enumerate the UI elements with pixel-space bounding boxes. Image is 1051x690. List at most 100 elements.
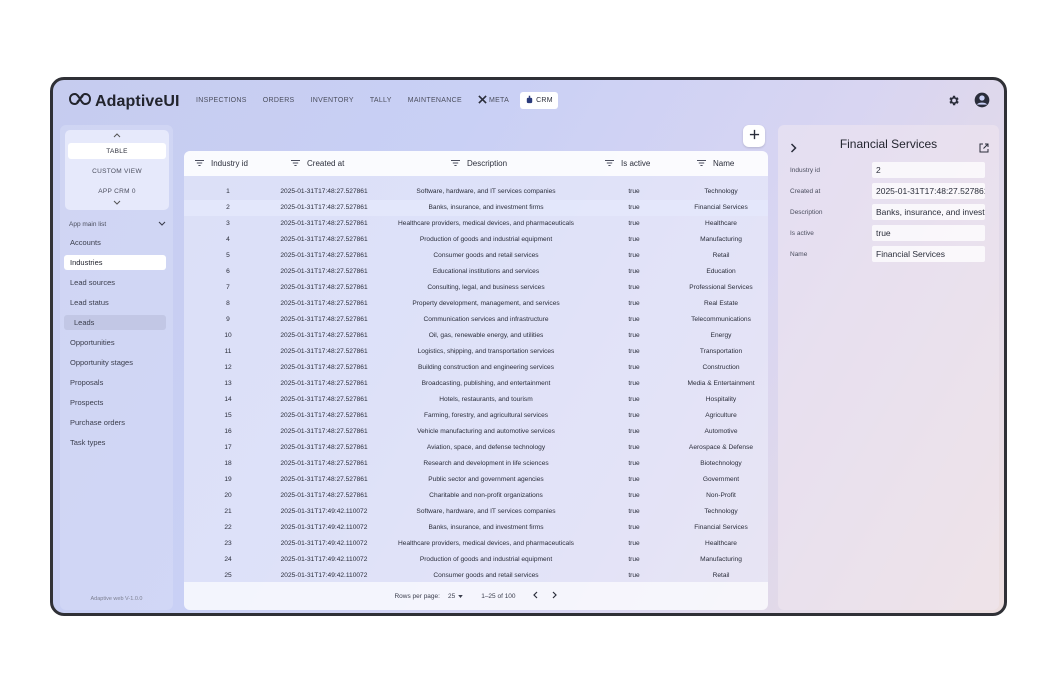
nav-maintenance[interactable]: MAINTENANCE: [403, 94, 467, 107]
table-row[interactable]: 22 2025-01-31T17:49:42.110072 Banks, insur…: [184, 520, 768, 536]
cell-name: Real Estate: [703, 300, 739, 307]
column-header-name[interactable]: Name: [697, 151, 734, 176]
nav-tally[interactable]: TALLY: [365, 94, 397, 107]
gear-icon[interactable]: [947, 94, 960, 112]
table-row[interactable]: 2 2025-01-31T17:48:27.527861 Banks, insura…: [184, 200, 768, 216]
field-label-name: Name: [790, 251, 808, 258]
table-row[interactable]: 8 2025-01-31T17:48:27.527861 Property deve…: [184, 296, 768, 312]
cell-name: Telecommunications: [691, 316, 751, 323]
field-label-is-active: Is active: [790, 230, 814, 237]
filter-lines-icon[interactable]: [451, 159, 460, 168]
sidebar-item-prospects[interactable]: Prospects: [64, 395, 166, 410]
cell-industry-id: 21: [224, 508, 232, 515]
table-row[interactable]: 24 2025-01-31T17:49:42.110072 Production o…: [184, 552, 768, 568]
nav-inventory[interactable]: INVENTORY: [306, 94, 359, 107]
filter-lines-icon[interactable]: [291, 159, 300, 168]
table-row[interactable]: 18 2025-01-31T17:48:27.527861 Research and…: [184, 456, 768, 472]
rows-per-page-value: 25: [447, 592, 456, 600]
table-row[interactable]: 19 2025-01-31T17:48:27.527861 Public secto…: [184, 472, 768, 488]
table-row[interactable]: 7 2025-01-31T17:48:27.527861 Consulting, l…: [184, 280, 768, 296]
cell-description: Production of goods and industrial equip…: [419, 556, 553, 563]
cell-name: Healthcare: [705, 220, 737, 227]
cell-description: Logistics, shipping, and transportation …: [417, 348, 555, 355]
nav-crm[interactable]: CRM: [520, 92, 558, 109]
table-row[interactable]: 1 2025-01-31T17:48:27.527861 Software, har…: [184, 184, 768, 200]
view-tab-custom[interactable]: CUSTOM VIEW: [68, 163, 166, 179]
nav-meta[interactable]: META: [473, 92, 514, 109]
field-name[interactable]: Financial Services: [872, 246, 985, 262]
rows-per-page-select[interactable]: 25: [448, 593, 463, 600]
filter-lines-icon[interactable]: [605, 159, 614, 168]
column-header-is-active[interactable]: Is active: [605, 151, 650, 176]
sidebar-item-leads[interactable]: Leads: [64, 315, 166, 330]
table-row[interactable]: 16 2025-01-31T17:48:27.527861 Vehicle manu…: [184, 424, 768, 440]
cell-created-at: 2025-01-31T17:48:27.527861: [280, 300, 368, 307]
field-created-at[interactable]: 2025-01-31T17:48:27.527861: [872, 183, 985, 199]
table-row[interactable]: 6 2025-01-31T17:48:27.527861 Educational i…: [184, 264, 768, 280]
cell-industry-id: 18: [224, 460, 232, 467]
chevron-down-icon[interactable]: [65, 200, 169, 207]
sidebar-item-opportunities[interactable]: Opportunities: [64, 335, 166, 350]
table-row[interactable]: 23 2025-01-31T17:49:42.110072 Healthcare p…: [184, 536, 768, 552]
chevron-up-icon[interactable]: [65, 133, 169, 140]
table-row[interactable]: 17 2025-01-31T17:48:27.527861 Aviation, sp…: [184, 440, 768, 456]
field-industry-id[interactable]: 2: [872, 162, 985, 178]
field-is-active[interactable]: true: [872, 225, 985, 241]
cell-industry-id: 4: [226, 236, 230, 243]
cell-created-at: 2025-01-31T17:48:27.527861: [280, 348, 368, 355]
table-row[interactable]: 10 2025-01-31T17:48:27.527861 Oil, gas, re…: [184, 328, 768, 344]
view-tab-table[interactable]: TABLE: [68, 143, 166, 159]
nav-label: MAINTENANCE: [407, 97, 462, 104]
table-row[interactable]: 21 2025-01-31T17:49:42.110072 Software, ha…: [184, 504, 768, 520]
add-record-button[interactable]: [743, 125, 765, 147]
table-row[interactable]: 20 2025-01-31T17:48:27.527861 Charitable a…: [184, 488, 768, 504]
cell-name: Technology: [704, 508, 738, 515]
table-row[interactable]: 11 2025-01-31T17:48:27.527861 Logistics, s…: [184, 344, 768, 360]
cell-industry-id: 1: [226, 188, 230, 195]
sidebar-item-proposals[interactable]: Proposals: [64, 375, 166, 390]
prev-page-button[interactable]: [532, 591, 538, 601]
column-header-industry-id[interactable]: Industry id: [195, 151, 248, 176]
field-description[interactable]: Banks, insurance, and investment firms: [872, 204, 985, 220]
sidebar-item-lead-status[interactable]: Lead status: [64, 295, 166, 310]
filter-lines-icon[interactable]: [697, 159, 706, 168]
nav-label: INVENTORY: [310, 97, 354, 104]
sidebar-item-task-types[interactable]: Task types: [64, 435, 166, 450]
open-external-icon[interactable]: [979, 140, 989, 158]
cell-name: Biotechnology: [700, 460, 742, 467]
cell-created-at: 2025-01-31T17:49:42.110072: [280, 524, 368, 531]
menu-header[interactable]: App main list: [69, 221, 166, 228]
table-row[interactable]: 13 2025-01-31T17:48:27.527861 Broadcasting…: [184, 376, 768, 392]
column-header-created-at[interactable]: Created at: [291, 151, 344, 176]
cell-created-at: 2025-01-31T17:49:42.110072: [280, 508, 368, 515]
table-row[interactable]: 5 2025-01-31T17:48:27.527861 Consumer good…: [184, 248, 768, 264]
user-circle-icon[interactable]: [974, 92, 990, 113]
sidebar-item-industries[interactable]: Industries: [64, 255, 166, 270]
cell-name: Energy: [710, 332, 732, 339]
filter-lines-icon[interactable]: [195, 159, 204, 168]
nav-inspections[interactable]: INSPECTIONS: [191, 94, 252, 107]
table-row[interactable]: 9 2025-01-31T17:48:27.527861 Communication…: [184, 312, 768, 328]
cell-is-active: true: [628, 268, 640, 275]
table-row[interactable]: 4 2025-01-31T17:48:27.527861 Production of…: [184, 232, 768, 248]
column-header-description[interactable]: Description: [451, 151, 507, 176]
table-row[interactable]: 3 2025-01-31T17:48:27.527861 Healthcare pr…: [184, 216, 768, 232]
next-page-button[interactable]: [552, 591, 558, 601]
sidebar-item-lead-sources[interactable]: Lead sources: [64, 275, 166, 290]
sidebar-item-opportunity-stages[interactable]: Opportunity stages: [64, 355, 166, 370]
table-body: 1 2025-01-31T17:48:27.527861 Software, har…: [184, 184, 768, 584]
top-bar: AdaptiveUI INSPECTIONS ORDERS INVENTORY …: [53, 80, 1004, 122]
cell-description: Healthcare providers, medical devices, a…: [398, 540, 574, 547]
view-tab-app-crm[interactable]: APP CRM 0: [68, 183, 166, 199]
nav-orders[interactable]: ORDERS: [258, 94, 300, 107]
sidebar-item-accounts[interactable]: Accounts: [64, 235, 166, 250]
table-row[interactable]: 15 2025-01-31T17:48:27.527861 Farming, for…: [184, 408, 768, 424]
app-logo[interactable]: AdaptiveUI: [68, 92, 180, 111]
table-row[interactable]: 14 2025-01-31T17:48:27.527861 Hotels, rest…: [184, 392, 768, 408]
cell-is-active: true: [628, 284, 640, 291]
sidebar-item-purchase-orders[interactable]: Purchase orders: [64, 415, 166, 430]
page-range: 1–25 of 100: [481, 592, 516, 600]
table-row[interactable]: 12 2025-01-31T17:48:27.527861 Building con…: [184, 360, 768, 376]
cell-industry-id: 22: [224, 524, 232, 531]
cell-created-at: 2025-01-31T17:48:27.527861: [280, 476, 368, 483]
